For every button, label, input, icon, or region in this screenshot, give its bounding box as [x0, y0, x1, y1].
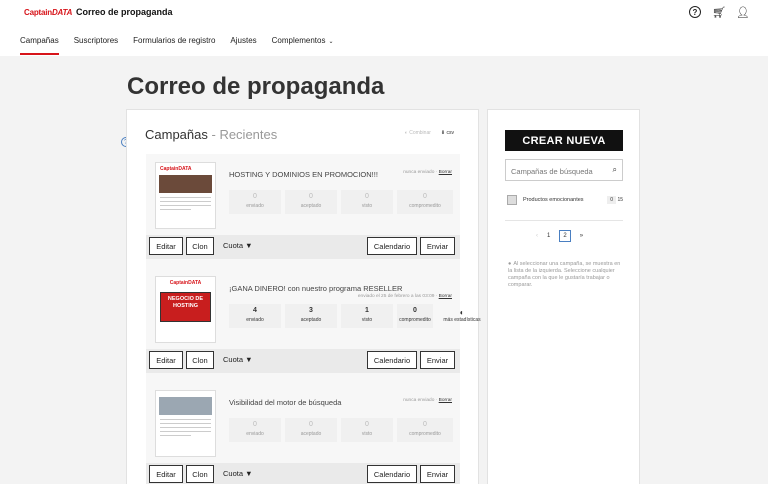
- create-new-button[interactable]: CREAR NUEVA: [505, 130, 623, 151]
- stat-sent: 0 enviado: [229, 418, 281, 442]
- delete-link[interactable]: Borrar: [439, 170, 452, 175]
- app-title: Correo de propaganda: [76, 7, 173, 17]
- pie-chart-icon: ◐: [459, 308, 465, 317]
- campaign-thumbnail[interactable]: [155, 390, 216, 457]
- stat-accepted: 3 aceptado: [285, 304, 337, 328]
- pagination: ‹ 1 2 »: [536, 230, 583, 242]
- more-stats-link[interactable]: ◐ más estadísticas: [437, 304, 487, 328]
- campaign-actions: Editar Clon Cuota ▼ Calendario Enviar: [146, 463, 460, 484]
- stat-viewed: 0 visto: [341, 190, 393, 214]
- caret-down-icon: ▼: [245, 469, 253, 478]
- info-icon: ●: [508, 261, 512, 267]
- logo[interactable]: CaptainDATA: [24, 8, 72, 17]
- campaign-status: nunca enviado · Borrar: [403, 398, 452, 403]
- caret-down-icon: ▼: [245, 241, 253, 250]
- pager-last[interactable]: »: [580, 233, 583, 239]
- nav-item-complementos[interactable]: Complementos ⌄: [272, 36, 334, 55]
- campaign-title[interactable]: Visibilidad del motor de búsqueda: [229, 398, 341, 407]
- send-button[interactable]: Enviar: [420, 465, 455, 483]
- quota-dropdown[interactable]: Cuota ▼: [223, 355, 253, 364]
- stat-viewed: 1 visto: [341, 304, 393, 328]
- pager-page-2[interactable]: 2: [559, 230, 571, 242]
- search-icon[interactable]: ⌕: [613, 165, 617, 175]
- calendar-button[interactable]: Calendario: [367, 351, 417, 369]
- campaign-actions: Editar Clon Cuota ▼ Calendario Enviar: [146, 349, 460, 373]
- stat-viewed: 0 visto: [341, 418, 393, 442]
- nav-item-campanas[interactable]: Campañas: [20, 36, 59, 55]
- campaign-stats: 0 enviado 0 aceptado 0 visto 0 compromedito: [229, 418, 453, 442]
- stat-engaged: 0 compromedito: [397, 304, 433, 328]
- thumbnail-banner: NEGOCIO DE HOSTING: [160, 292, 211, 322]
- campaign-thumbnail[interactable]: CaptainDATA: [155, 162, 216, 229]
- campaign-thumbnail[interactable]: CaptainDATA NEGOCIO DE HOSTING: [155, 276, 216, 343]
- clone-button[interactable]: Clon: [186, 465, 214, 483]
- pager-page-1[interactable]: 1: [547, 233, 550, 239]
- help-note: ● Al seleccionar una campaña, se muestra …: [508, 261, 621, 288]
- panel-title: Campañas - Recientes: [145, 127, 278, 142]
- campaign-actions: Editar Clon Cuota ▼ Calendario Enviar: [146, 235, 460, 259]
- help-icon[interactable]: ?: [688, 5, 702, 19]
- nav-item-suscriptores[interactable]: Suscriptores: [74, 36, 118, 55]
- calendar-button[interactable]: Calendario: [367, 465, 417, 483]
- caret-down-icon: ▼: [245, 355, 253, 364]
- clone-button[interactable]: Clon: [186, 351, 214, 369]
- delete-link[interactable]: Borrar: [439, 398, 452, 403]
- campaign-stats: 4 enviado 3 aceptado 1 visto 0 compromedito …: [229, 304, 487, 328]
- campaign-card: CaptainDATA HOSTING Y DOMINIOS EN PROMOC…: [146, 154, 460, 268]
- quota-dropdown[interactable]: Cuota ▼: [223, 241, 253, 250]
- send-button[interactable]: Enviar: [420, 237, 455, 255]
- top-bar: CaptainDATA Correo de propaganda ? 🛒︎ 👤︎…: [0, 0, 768, 56]
- main-nav: Campañas Suscriptores Formularios de reg…: [20, 36, 333, 55]
- csv-download-button[interactable]: ⬇ csv: [441, 130, 454, 136]
- quota-dropdown[interactable]: Cuota ▼: [223, 469, 253, 478]
- user-icon[interactable]: 👤︎: [736, 5, 750, 19]
- cart-icon[interactable]: 🛒︎: [712, 5, 726, 19]
- stat-sent: 4 enviado: [229, 304, 281, 328]
- stat-engaged: 0 compromedito: [397, 190, 453, 214]
- stat-accepted: 0 aceptado: [285, 418, 337, 442]
- campaign-mini-thumb: [507, 195, 517, 205]
- campaign-search-input[interactable]: Campañas de búsqueda ⌕: [505, 159, 623, 181]
- side-panel: CREAR NUEVA Campañas de búsqueda ⌕ Produ…: [487, 109, 640, 484]
- pager-prev[interactable]: ‹: [536, 233, 538, 239]
- edit-button[interactable]: Editar: [149, 465, 183, 483]
- chevron-down-icon: ⌄: [328, 39, 334, 45]
- delete-link[interactable]: Borrar: [439, 294, 452, 299]
- combine-button[interactable]: ◐ Combinar: [405, 130, 431, 136]
- stat-accepted: 0 aceptado: [285, 190, 337, 214]
- nav-item-formularios[interactable]: Formularios de registro: [133, 36, 215, 55]
- page-title: Correo de propaganda: [127, 73, 385, 100]
- clone-button[interactable]: Clon: [186, 237, 214, 255]
- list-item[interactable]: Productos emocionantes 0 15: [507, 193, 623, 207]
- send-button[interactable]: Enviar: [420, 351, 455, 369]
- campaign-status: nunca enviado · Borrar: [403, 170, 452, 175]
- edit-button[interactable]: Editar: [149, 351, 183, 369]
- campaign-title[interactable]: HOSTING Y DOMINIOS EN PROMOCION!!!: [229, 170, 378, 179]
- divider: [505, 220, 623, 221]
- top-icons: ? 🛒︎ 👤︎: [688, 5, 750, 19]
- campaign-stats: 0 enviado 0 aceptado 0 visto 0 compromedito: [229, 190, 453, 214]
- campaign-status: enviado el 25 de febrero a las 03:09 · B…: [357, 294, 452, 299]
- stat-engaged: 0 compromedito: [397, 418, 453, 442]
- panel-actions: ◐ Combinar ⬇ csv: [405, 130, 454, 136]
- calendar-button[interactable]: Calendario: [367, 237, 417, 255]
- campaign-title[interactable]: ¡GANA DINERO! con nuestro programa RESEL…: [229, 284, 402, 293]
- edit-button[interactable]: Editar: [149, 237, 183, 255]
- nav-item-ajustes[interactable]: Ajustes: [230, 36, 256, 55]
- campaign-card: Visibilidad del motor de búsqueda nunca …: [146, 382, 460, 484]
- campaign-card: CaptainDATA NEGOCIO DE HOSTING ¡GANA DIN…: [146, 268, 481, 382]
- stat-sent: 0 enviado: [229, 190, 281, 214]
